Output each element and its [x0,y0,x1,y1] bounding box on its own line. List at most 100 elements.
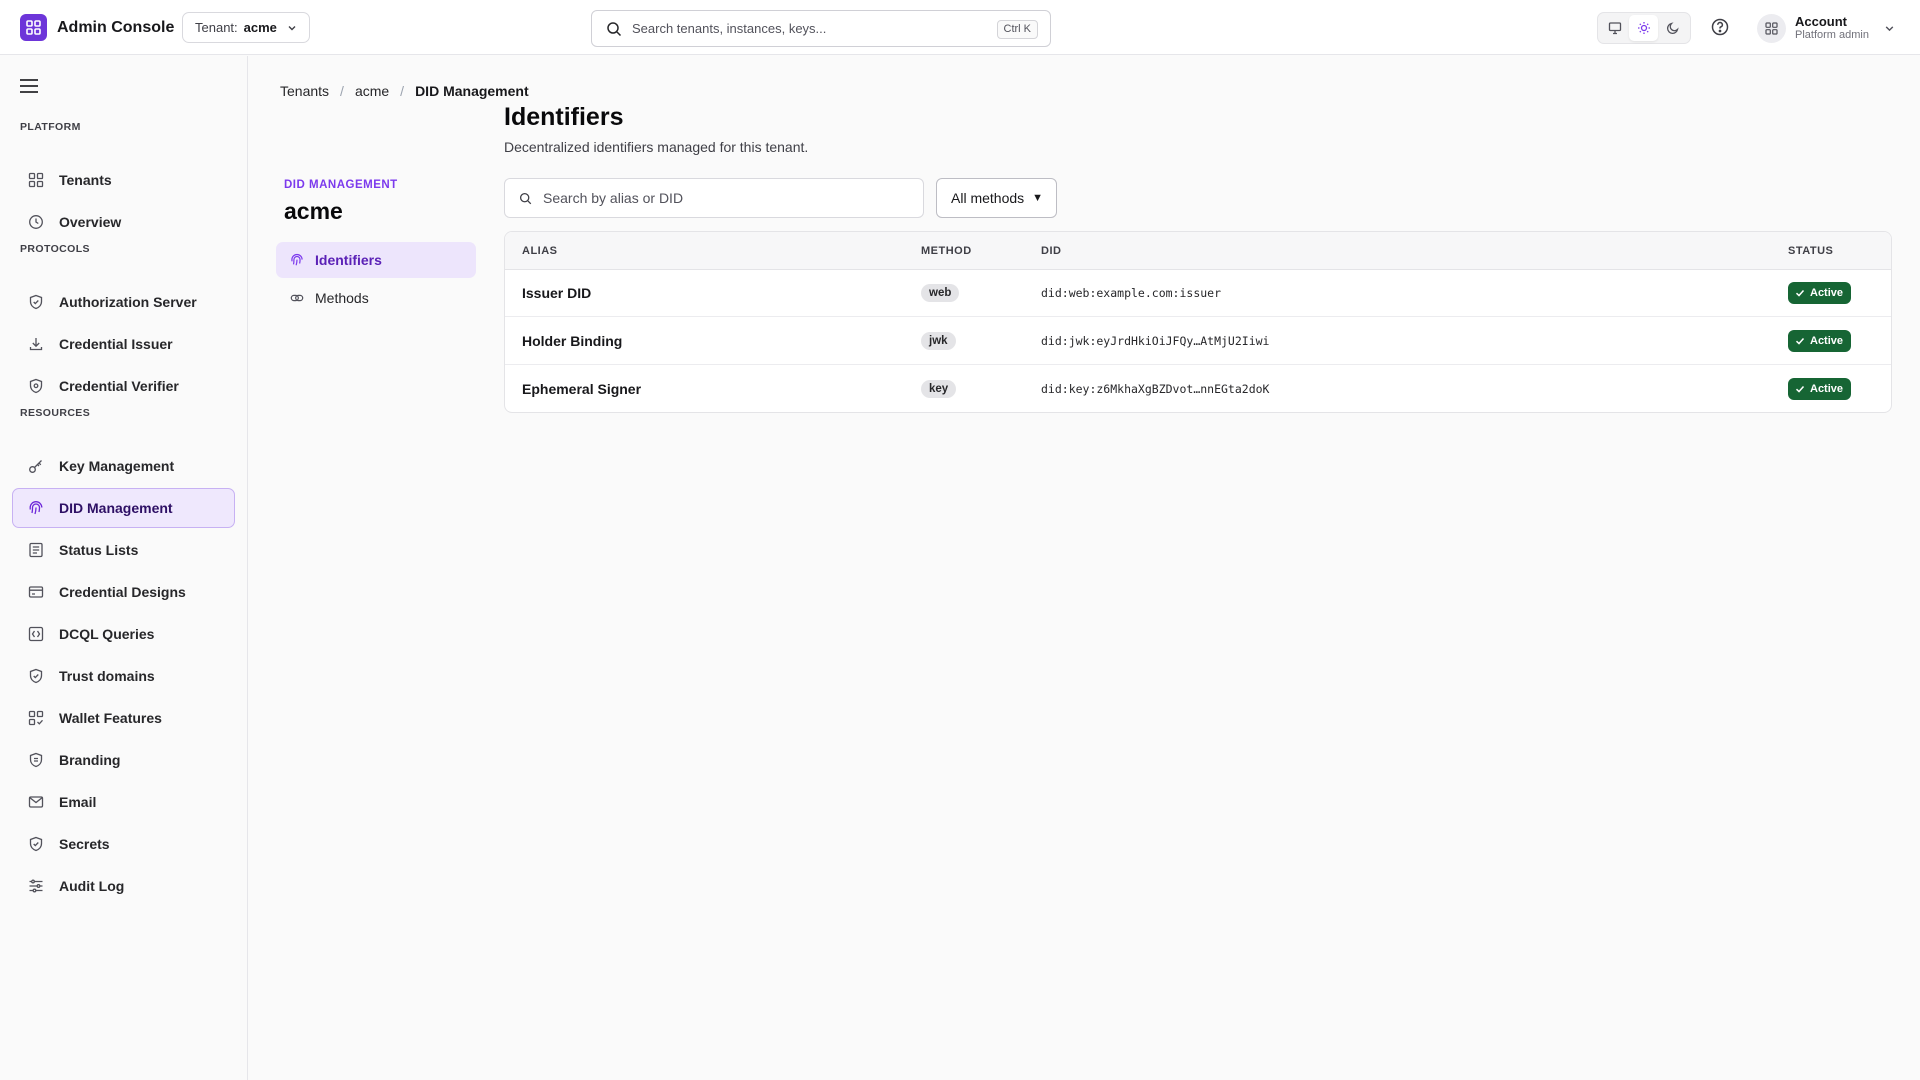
search-icon [606,21,622,37]
sidebar-item-authorization-server[interactable]: Authorization Server [12,282,235,322]
sidebar-item-label: Trust domains [59,668,155,684]
sidebar-item-label: Tenants [59,172,112,188]
sidebar-item-branding[interactable]: Branding [12,740,235,780]
sidebar-item-label: DID Management [59,500,173,516]
query-icon [27,625,45,643]
sidebar-item-label: Branding [59,752,121,768]
sidebar-item-credential-verifier[interactable]: Credential Verifier [12,366,235,406]
global-search-input[interactable] [632,21,972,36]
brand[interactable]: Admin Console [20,14,174,41]
account-role: Platform admin [1795,29,1869,41]
list-icon [27,541,45,559]
sun-icon [1637,21,1651,35]
shield-check-icon [27,377,45,395]
check-icon [1795,288,1805,298]
sidebar-item-label: Credential Verifier [59,378,179,394]
sidebar-section-protocols: PROTOCOLS [20,243,90,255]
card-icon [27,583,45,601]
sidebar-item-email[interactable]: Email [12,782,235,822]
sidebar-item-label: Email [59,794,97,810]
shield-check-icon [27,835,45,853]
sidebar-item-label: Status Lists [59,542,139,558]
tenant-label: Tenant: [195,20,238,35]
page-title: Identifiers [504,103,624,131]
table-row[interactable]: Holder Binding jwk did:jwk:eyJrdHkiOiJFQ… [505,318,1891,365]
sidebar-item-label: Wallet Features [59,710,162,726]
sidebar-item-label: Key Management [59,458,175,474]
page-description: Decentralized identifiers managed for th… [504,139,809,155]
row-did: did:web:example.com:issuer [1041,286,1222,300]
column-header-alias: ALIAS [522,245,558,257]
section-kicker: DID MANAGEMENT [284,179,398,191]
sidebar-item-wallet-features[interactable]: Wallet Features [12,698,235,738]
sidebar-item-dcql-queries[interactable]: DCQL Queries [12,614,235,654]
sidebar-item-label: DCQL Queries [59,626,155,642]
identifier-search-input[interactable] [543,190,903,206]
search-icon [519,192,532,205]
method-filter-value: All methods [951,190,1025,206]
tenant-switcher[interactable]: Tenant: acme [182,12,310,43]
sidebar-item-key-management[interactable]: Key Management [12,446,235,486]
method-badge: key [921,379,957,398]
column-header-method: METHOD [921,245,972,257]
sidebar-item-tenants[interactable]: Tenants [12,160,235,200]
sidebar-item-credential-designs[interactable]: Credential Designs [12,572,235,612]
theme-dark-button[interactable] [1658,15,1687,41]
breadcrumb-separator: / [400,83,405,99]
table-row[interactable]: Issuer DID web did:web:example.com:issue… [505,270,1891,317]
row-alias: Holder Binding [522,333,623,349]
caret-down-icon: ▼ [1032,192,1044,204]
sidebar: PLATFORM Tenants Overview PROTOCOLS Auth… [0,56,248,1080]
account-name: Account [1795,14,1847,29]
shield-check-icon [27,667,45,685]
status-badge: Active [1788,282,1852,304]
app-logo-icon [20,14,47,41]
identifiers-table: ALIAS METHOD DID STATUS Issuer DID web d… [504,231,1892,413]
grid-check-icon [27,709,45,727]
key-icon [27,457,45,475]
subnav-item-label: Identifiers [315,252,382,268]
app-name: Admin Console [57,18,175,36]
table-row[interactable]: Ephemeral Signer key did:key:z6MkhaXgBZD… [505,365,1891,412]
sidebar-item-label: Authorization Server [59,294,197,310]
row-did: did:key:z6MkhaXgBZDvot…nnEGta2doK [1041,381,1270,396]
sidebar-section-platform: PLATFORM [20,121,81,133]
breadcrumb-tenants[interactable]: Tenants [280,83,329,99]
chevron-down-icon [287,23,297,33]
avatar [1757,13,1786,43]
breadcrumb-tenant-acme[interactable]: acme [355,83,389,99]
check-icon [1795,336,1805,346]
breadcrumb: Tenants / acme / DID Management [280,83,529,99]
moon-icon [1666,21,1680,35]
link-icon [290,291,304,305]
theme-system-button[interactable] [1600,15,1629,41]
subnav-item-methods[interactable]: Methods [276,280,476,316]
sidebar-item-trust-domains[interactable]: Trust domains [12,656,235,696]
account-menu[interactable]: Account Platform admin [1757,13,1895,43]
download-icon [27,335,45,353]
menu-toggle-button[interactable] [18,75,42,99]
sidebar-item-overview[interactable]: Overview [12,202,235,242]
method-filter-select[interactable]: All methods ▼ [936,178,1057,218]
check-icon [1795,384,1805,394]
subnav-item-identifiers[interactable]: Identifiers [276,242,476,278]
status-badge: Active [1788,377,1852,400]
sidebar-section-resources: RESOURCES [20,407,91,419]
help-button[interactable] [1710,17,1732,39]
sidebar-item-secrets[interactable]: Secrets [12,824,235,864]
sliders-icon [27,877,45,895]
tenant-value: acme [243,20,277,35]
row-alias: Issuer DID [522,285,592,301]
sidebar-item-credential-issuer[interactable]: Credential Issuer [12,324,235,364]
sidebar-item-status-lists[interactable]: Status Lists [12,530,235,570]
column-header-did: DID [1041,245,1062,257]
row-did: did:jwk:eyJrdHkiOiJFQy…AtMjU2Iiwi [1041,334,1270,348]
grid-icon [27,171,45,189]
fingerprint-icon [27,499,45,517]
breadcrumb-current: DID Management [415,83,529,99]
method-badge: web [921,284,960,302]
sidebar-item-did-management[interactable]: DID Management [12,488,235,528]
fingerprint-icon [290,253,304,267]
theme-light-button[interactable] [1629,15,1658,41]
sidebar-item-audit-log[interactable]: Audit Log [12,866,235,906]
